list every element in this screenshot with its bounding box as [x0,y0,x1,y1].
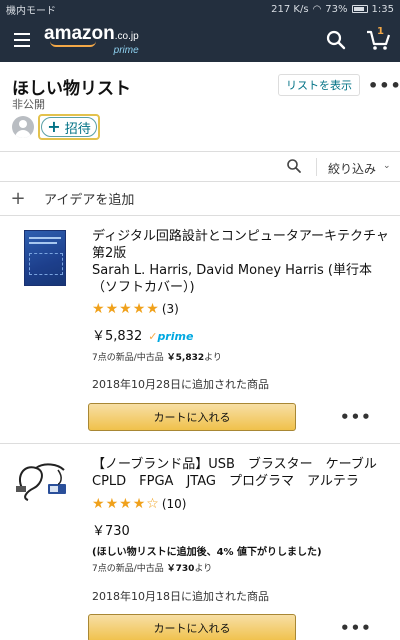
offers-suffix: より [194,564,213,574]
avatar [12,116,34,138]
added-date: 2018年10月18日に追加された商品 [92,590,269,603]
book-cover-image[interactable] [24,230,66,286]
item-price: ￥730 [92,524,130,539]
chevron-down-icon[interactable]: ⌄ [383,161,391,171]
rating-count: (3) [161,302,179,316]
star-icon: ★ [146,301,159,317]
star-rating[interactable]: ★ ★ ★ ★ ☆ (10) [92,497,186,511]
wifi-icon: ◠ [312,3,322,15]
network-speed: 217 K/s [271,3,309,15]
item-more-options-icon[interactable]: ••• [340,619,372,637]
offers-link[interactable]: 7点の新品/中古品 ￥5,832より [92,350,222,363]
add-to-cart-button[interactable]: カートに入れる [88,403,296,431]
filter-divider [316,158,317,176]
prime-label: prime [157,330,194,343]
star-icon: ★ [119,496,132,512]
invite-label: 招待 [64,121,91,137]
add-to-cart-button[interactable]: カートに入れる [88,614,296,640]
star-icon: ★ [92,301,105,317]
plus-icon: + [47,117,61,136]
offers-price: ￥5,832 [166,353,205,363]
star-icon: ★ [132,496,146,512]
rating-count: (10) [161,497,187,511]
added-date: 2018年10月28日に追加された商品 [92,378,269,391]
item-title[interactable]: 【ノーブランド品】USB ブラスター ケーブル CPLD FPGA JTAG プ… [92,456,390,490]
filter-button[interactable]: 絞り込み [328,160,376,177]
status-right: 217 K/s ◠ 73% 1:35 [271,4,394,15]
star-empty-icon: ☆ [146,496,159,512]
offers-prefix: 7点の新品/中古品 [92,564,164,574]
clock: 1:35 [371,3,394,15]
logo-tld: .co.jp [114,31,139,42]
item-price-row: ￥5,832 ✓prime [92,325,193,344]
status-bar: 機内モード 217 K/s ◠ 73% 1:35 [0,0,400,18]
search-icon[interactable] [316,18,356,62]
usb-cable-image[interactable] [14,458,74,504]
cart-count-badge: 1 [377,26,384,37]
show-list-button[interactable]: リストを表示 [278,74,360,96]
item-title-text: ディジタル回路設計とコンピュータアーキテクチャ 第2版 [92,229,389,261]
list-search-icon[interactable] [286,158,302,178]
plus-icon: + [10,188,26,209]
item-title[interactable]: ディジタル回路設計とコンピュータアーキテクチャ 第2版 Sarah L. Har… [92,228,390,296]
list-header: ほしい物リスト 非公開 リストを表示 ••• + 招待 [0,62,400,152]
offers-link[interactable]: 7点の新品/中古品 ￥730より [92,561,212,574]
prime-badge: ✓prime [148,330,193,343]
filter-bar: 絞り込み ⌄ [0,152,400,182]
star-rating[interactable]: ★ ★ ★ ★ ★ (3) [92,302,179,316]
star-icon: ★ [92,496,105,512]
list-item: ディジタル回路設計とコンピュータアーキテクチャ 第2版 Sarah L. Har… [0,216,400,444]
privacy-label: 非公開 [12,98,45,111]
add-idea-label: アイデアを追加 [44,193,135,208]
amazon-logo[interactable]: amazon.co.jp prime [44,24,139,56]
item-more-options-icon[interactable]: ••• [340,408,372,426]
battery-icon [351,5,368,13]
item-price: ￥5,832 [92,329,143,344]
star-icon: ★ [132,301,146,317]
list-item: 【ノーブランド品】USB ブラスター ケーブル CPLD FPGA JTAG プ… [0,444,400,640]
battery-percent: 73% [325,3,348,15]
add-idea-row[interactable]: + アイデアを追加 [0,182,400,216]
cart-icon[interactable]: 1 [356,18,400,62]
offers-price: ￥730 [166,564,195,574]
invite-pill: + 招待 [41,117,97,137]
list-more-options-icon[interactable]: ••• [368,76,400,95]
star-icon: ★ [105,496,119,512]
star-icon: ★ [105,301,119,317]
item-byline: Sarah L. Harris, David Money Harris (単行本… [92,263,372,295]
offers-prefix: 7点の新品/中古品 [92,353,164,363]
offers-suffix: より [204,353,222,363]
star-icon: ★ [119,301,132,317]
app-header: amazon.co.jp prime 1 [0,18,400,62]
hamburger-menu-icon[interactable] [0,18,44,62]
invite-button[interactable]: + 招待 [38,114,100,140]
logo-smile-icon [50,41,96,47]
price-drop-note: (ほしい物リストに追加後、4% 値下がりしました) [92,547,322,558]
carrier-label: 機内モード [6,5,56,17]
